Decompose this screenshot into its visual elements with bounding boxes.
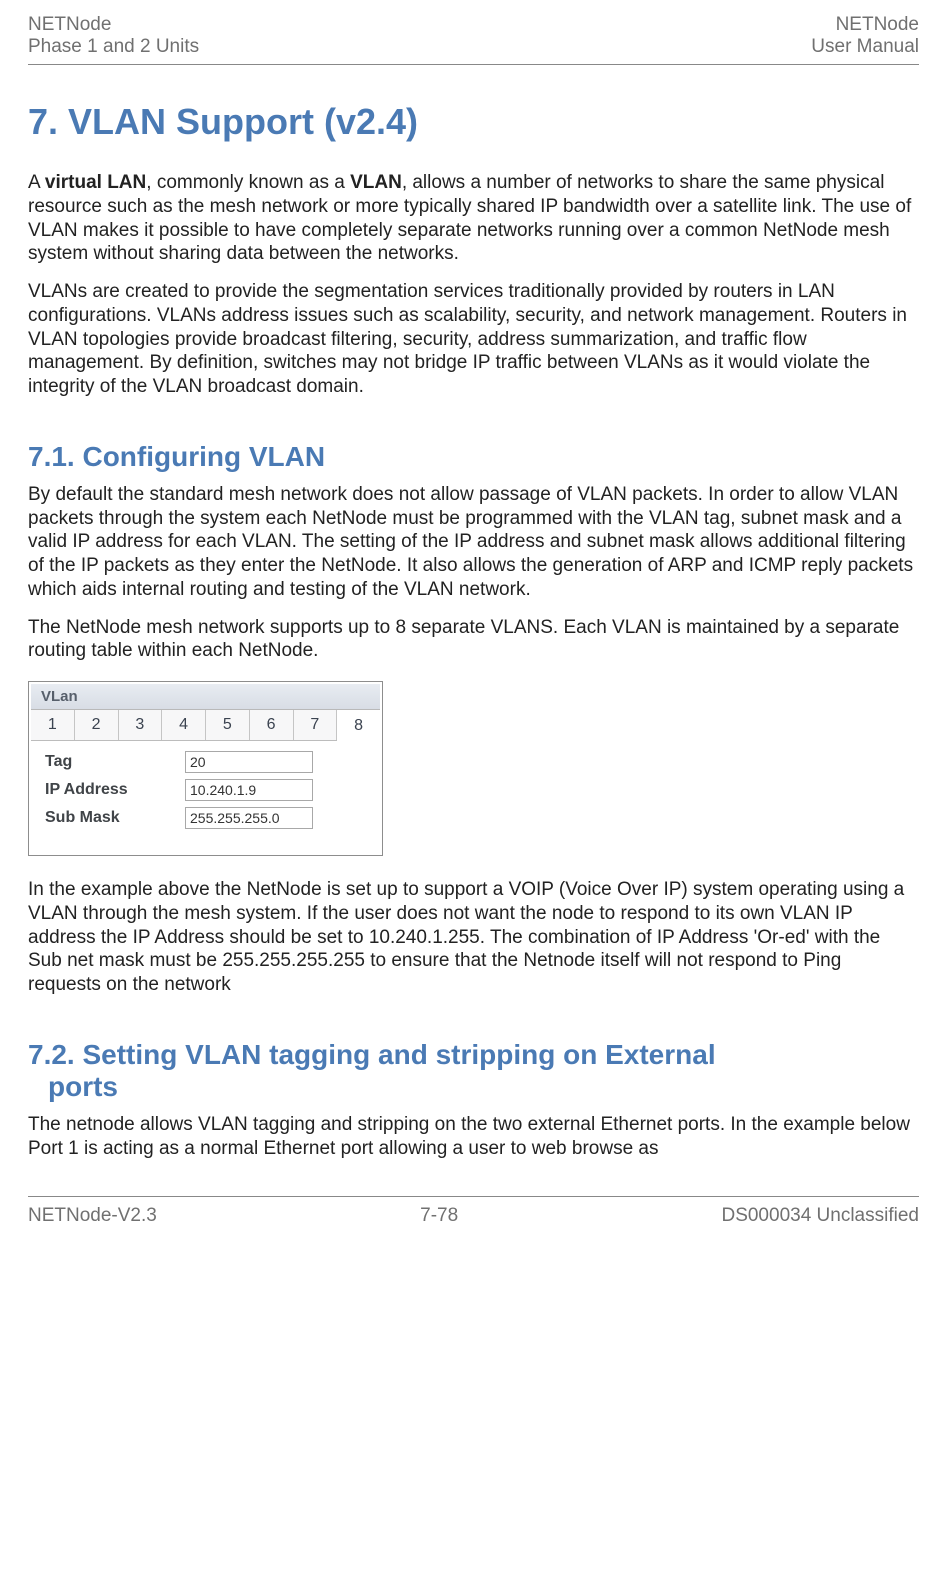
heading-line-1: 7.2. Setting VLAN tagging and stripping … <box>28 1039 716 1070</box>
vlan-tab-4[interactable]: 4 <box>162 710 206 740</box>
vlan-tab-8[interactable]: 8 <box>337 711 380 741</box>
header-left: NETNode Phase 1 and 2 Units <box>28 14 199 58</box>
vlan-row-tag: Tag <box>45 751 368 773</box>
section-heading-vlan-tagging: 7.2. Setting VLAN tagging and stripping … <box>28 1039 919 1103</box>
vlan-tab-2[interactable]: 2 <box>75 710 119 740</box>
text-span: A <box>28 172 45 193</box>
vlan-tab-7[interactable]: 7 <box>294 710 338 740</box>
tagging-paragraph: The netnode allows VLAN tagging and stri… <box>28 1113 919 1161</box>
vlan-row-mask: Sub Mask <box>45 807 368 829</box>
vlan-tabs: 1 2 3 4 5 6 7 8 <box>31 710 380 741</box>
ip-input[interactable] <box>185 779 313 801</box>
heading-line-2: ports <box>28 1071 118 1102</box>
footer-left: NETNode-V2.3 <box>28 1205 157 1227</box>
product-subtitle: Phase 1 and 2 Units <box>28 36 199 58</box>
footer-center: 7-78 <box>420 1205 458 1227</box>
page-header: NETNode Phase 1 and 2 Units NETNode User… <box>28 14 919 65</box>
bold-text: virtual LAN <box>45 172 146 193</box>
footer-right: DS000034 Unclassified <box>721 1205 919 1227</box>
vlan-config-panel: VLan 1 2 3 4 5 6 7 8 Tag IP Address Sub … <box>28 681 383 856</box>
mask-input[interactable] <box>185 807 313 829</box>
intro-paragraph-2: VLANs are created to provide the segment… <box>28 280 919 399</box>
config-paragraph-1: By default the standard mesh network doe… <box>28 483 919 602</box>
tag-label: Tag <box>45 753 185 771</box>
section-heading-configuring-vlan: 7.1. Configuring VLAN <box>28 441 919 473</box>
bold-text: VLAN <box>350 172 402 193</box>
text-span: , commonly known as a <box>146 172 350 193</box>
intro-paragraph-1: A virtual LAN, commonly known as a VLAN,… <box>28 171 919 266</box>
config-paragraph-2: The NetNode mesh network supports up to … <box>28 616 919 664</box>
tag-input[interactable] <box>185 751 313 773</box>
chapter-title: 7. VLAN Support (v2.4) <box>28 101 919 143</box>
vlan-tab-1[interactable]: 1 <box>31 710 75 740</box>
vlan-panel-title: VLan <box>31 684 380 710</box>
mask-label: Sub Mask <box>45 809 185 827</box>
doc-title: NETNode <box>811 14 919 36</box>
example-paragraph: In the example above the NetNode is set … <box>28 878 919 997</box>
product-name: NETNode <box>28 14 199 36</box>
vlan-row-ip: IP Address <box>45 779 368 801</box>
header-right: NETNode User Manual <box>811 14 919 58</box>
page-footer: NETNode-V2.3 7-78 DS000034 Unclassified <box>28 1196 919 1227</box>
vlan-tab-3[interactable]: 3 <box>119 710 163 740</box>
doc-subtitle: User Manual <box>811 36 919 58</box>
vlan-panel-body: Tag IP Address Sub Mask <box>31 741 380 853</box>
ip-label: IP Address <box>45 781 185 799</box>
vlan-tab-5[interactable]: 5 <box>206 710 250 740</box>
vlan-tab-6[interactable]: 6 <box>250 710 294 740</box>
